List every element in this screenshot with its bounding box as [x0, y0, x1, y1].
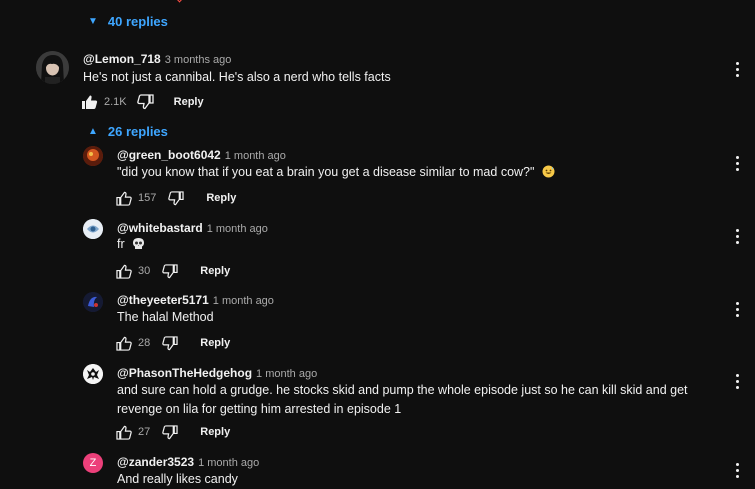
- reply-time[interactable]: 1 month ago: [225, 150, 286, 162]
- avatar-image: [83, 219, 103, 239]
- reply-avatar[interactable]: [83, 364, 103, 384]
- like-button[interactable]: [116, 425, 132, 440]
- replies-count-label: 26 replies: [107, 124, 168, 139]
- reply-actions: 28 Reply: [116, 333, 230, 353]
- comment-time[interactable]: 3 months ago: [165, 54, 232, 66]
- dislike-button[interactable]: [162, 335, 178, 351]
- reply-button[interactable]: Reply: [200, 426, 230, 438]
- replies-count-label: 40 replies: [107, 14, 168, 29]
- reply-time[interactable]: 1 month ago: [198, 457, 259, 469]
- more-actions-icon[interactable]: [732, 463, 742, 478]
- reply-button[interactable]: Reply: [200, 265, 230, 277]
- heart-icon: [174, 0, 185, 3]
- like-button[interactable]: [116, 191, 132, 206]
- hide-replies-toggle[interactable]: ▲ 26 replies: [88, 124, 168, 139]
- thumbs-down-icon: [168, 190, 184, 205]
- reply-avatar[interactable]: [83, 219, 103, 239]
- reply-actions: 27 Reply: [116, 422, 230, 442]
- dislike-button[interactable]: [168, 190, 184, 206]
- like-count: 30: [138, 265, 151, 277]
- avatar[interactable]: [36, 51, 69, 84]
- skull-icon: [133, 238, 145, 249]
- reply-button[interactable]: Reply: [200, 337, 230, 349]
- dislike-button[interactable]: [136, 94, 154, 110]
- reply-button[interactable]: Reply: [206, 192, 236, 204]
- reply-avatar[interactable]: [83, 292, 103, 312]
- like-count: 2.1K: [104, 96, 127, 108]
- reply-text: The halal Method: [117, 310, 214, 324]
- thumbs-up-icon: [116, 191, 132, 206]
- reply-text: "did you know that if you eat a brain yo…: [117, 165, 535, 179]
- reply-text: fr: [117, 237, 125, 251]
- avatar-image: [83, 364, 103, 384]
- more-actions-icon[interactable]: [732, 156, 742, 171]
- reply-text: And really likes candy: [117, 472, 238, 486]
- like-count: 28: [138, 337, 151, 349]
- more-actions-icon[interactable]: [732, 374, 742, 389]
- comment-actions: 2.1K Reply: [81, 92, 204, 112]
- more-actions-icon[interactable]: [732, 62, 742, 77]
- view-replies-toggle[interactable]: ▼ 40 replies: [88, 14, 168, 29]
- thumbs-down-icon: [162, 424, 178, 439]
- comment-author[interactable]: @Lemon_718: [83, 52, 161, 66]
- thumbs-down-icon: [162, 335, 178, 350]
- like-count: 157: [138, 192, 157, 204]
- reply-avatar[interactable]: Z: [83, 453, 103, 473]
- reply-text-row: fr: [117, 235, 145, 254]
- thumbs-up-filled-icon: [82, 95, 98, 109]
- more-actions-icon[interactable]: [732, 229, 742, 244]
- avatar-image: [83, 146, 103, 166]
- thumbs-down-icon: [136, 94, 154, 110]
- reply-author[interactable]: @theyeeter5171: [117, 293, 209, 307]
- like-button[interactable]: [116, 336, 132, 351]
- reply-actions: 30 Reply: [116, 261, 230, 281]
- avatar-letter: Z: [89, 457, 97, 469]
- reply-header: @zander3523 1 month ago: [117, 455, 259, 469]
- reply-time[interactable]: 1 month ago: [207, 223, 268, 235]
- reply-author[interactable]: @whitebastard: [117, 221, 203, 235]
- reply-header: @whitebastard 1 month ago: [117, 221, 268, 235]
- comment-header: @Lemon_718 3 months ago: [83, 52, 231, 66]
- caret-down-icon: ▼: [88, 15, 98, 27]
- dislike-button[interactable]: [162, 424, 178, 440]
- like-count: 27: [138, 426, 151, 438]
- dislike-button[interactable]: [162, 263, 178, 279]
- reply-header: @theyeeter5171 1 month ago: [117, 293, 274, 307]
- reply-author[interactable]: @PhasonTheHedgehog: [117, 366, 252, 380]
- reply-text-row: "did you know that if you eat a brain yo…: [117, 163, 555, 182]
- reply-actions: 157 Reply: [116, 188, 236, 208]
- like-button[interactable]: [116, 264, 132, 279]
- reply-author[interactable]: @zander3523: [117, 455, 194, 469]
- thumbs-down-icon: [162, 263, 178, 278]
- reply-text: and sure can hold a grudge. he stocks sk…: [117, 383, 688, 416]
- avatar-image: [83, 292, 103, 312]
- thumbs-up-icon: [116, 264, 132, 279]
- comment-text: He's not just a cannibal. He's also a ne…: [83, 70, 391, 84]
- grinning-sweat-face-icon: [542, 165, 555, 178]
- reply-author[interactable]: @green_boot6042: [117, 148, 221, 162]
- reply-button[interactable]: Reply: [174, 96, 204, 108]
- caret-up-icon: ▲: [88, 125, 98, 137]
- like-button[interactable]: [81, 94, 98, 110]
- reply-header: @green_boot6042 1 month ago: [117, 148, 286, 162]
- thumbs-up-icon: [116, 336, 132, 351]
- thumbs-up-icon: [116, 425, 132, 440]
- reply-time[interactable]: 1 month ago: [256, 368, 317, 380]
- avatar-image: [36, 51, 69, 84]
- more-actions-icon[interactable]: [732, 302, 742, 317]
- reply-avatar[interactable]: [83, 146, 103, 166]
- reply-header: @PhasonTheHedgehog 1 month ago: [117, 366, 317, 380]
- reply-time[interactable]: 1 month ago: [213, 295, 274, 307]
